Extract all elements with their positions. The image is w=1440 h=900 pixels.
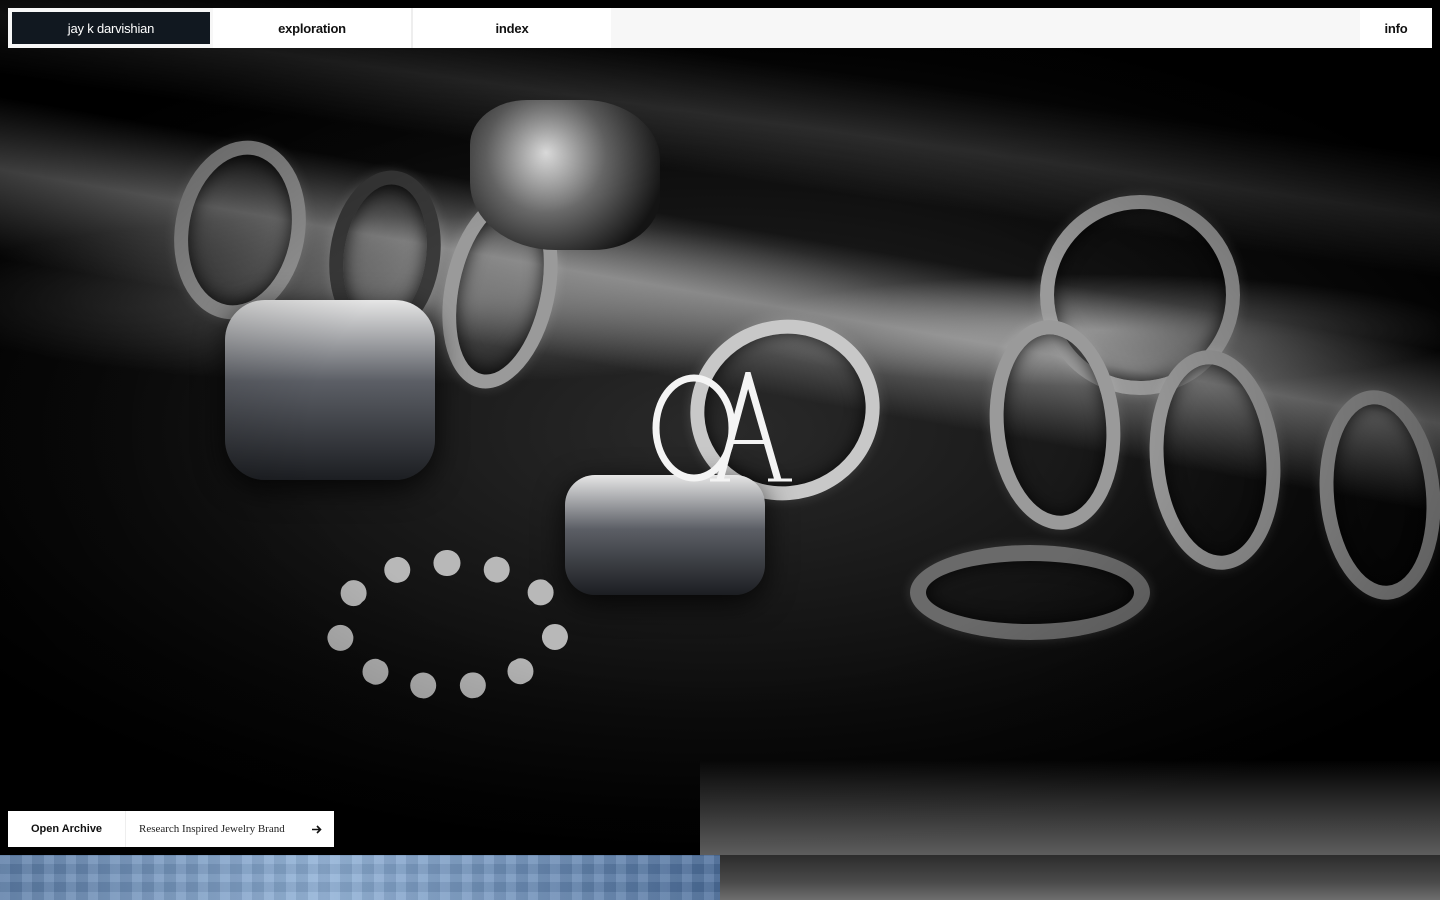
project-preview-gray[interactable] [720, 855, 1440, 900]
arrow-right-icon[interactable] [298, 811, 334, 847]
nav-info-link[interactable]: info [1360, 8, 1432, 48]
oa-monogram-logo [652, 372, 792, 482]
archive-description: Research Inspired Jewelry Brand [139, 823, 285, 835]
nav-brand-link[interactable]: jay k darvishian [12, 12, 210, 44]
hero-fade [700, 760, 1440, 855]
nav-exploration-link[interactable]: exploration [213, 8, 413, 48]
project-preview-blue[interactable] [0, 855, 720, 900]
top-nav: jay k darvishian exploration index info [8, 8, 1432, 48]
nav-spacer [611, 8, 1360, 48]
archive-card[interactable]: Open Archive Research Inspired Jewelry B… [8, 811, 334, 847]
open-archive-button[interactable]: Open Archive [8, 811, 126, 847]
hero-image [0, 0, 1440, 855]
nav-index-link[interactable]: index [413, 8, 611, 48]
